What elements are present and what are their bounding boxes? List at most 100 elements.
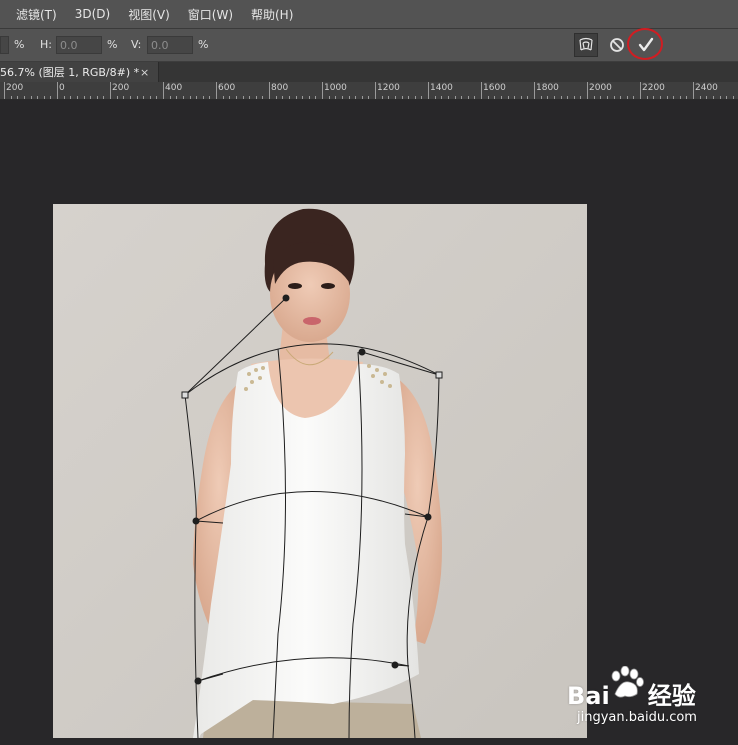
- ruler-minor-tick: [667, 96, 668, 99]
- document-canvas[interactable]: [53, 204, 587, 738]
- warp-corner-handle[interactable]: [435, 371, 443, 379]
- v-unit: %: [198, 38, 209, 51]
- ruler-minor-tick: [508, 96, 509, 99]
- ruler-minor-tick: [355, 96, 356, 99]
- ruler-minor-tick: [700, 96, 701, 99]
- ruler-minor-tick: [256, 96, 257, 99]
- warp-control-point[interactable]: [424, 513, 432, 521]
- ruler-label: 1200: [377, 83, 400, 93]
- ruler-minor-tick: [362, 96, 363, 99]
- ruler-minor-tick: [607, 96, 608, 99]
- ruler-label: 1000: [324, 83, 347, 93]
- ruler-minor-tick: [633, 96, 634, 99]
- menu-3d[interactable]: 3D(D): [75, 7, 110, 21]
- document-tab[interactable]: 56.7% (图层 1, RGB/8#) * ×: [0, 62, 159, 82]
- ruler-minor-tick: [203, 96, 204, 99]
- ruler-minor-tick: [514, 96, 515, 99]
- v-field[interactable]: [147, 36, 193, 54]
- watermark-url: jingyan.baidu.com: [577, 710, 697, 725]
- ruler-minor-tick: [574, 96, 575, 99]
- ruler-minor-tick: [289, 96, 290, 99]
- warp-grid-overlay[interactable]: [53, 204, 587, 738]
- ruler-minor-tick: [84, 96, 85, 99]
- ruler-label: 0: [59, 83, 65, 93]
- ruler-minor-tick: [349, 96, 350, 99]
- ruler-minor-tick: [594, 96, 595, 99]
- warp-corner-handle[interactable]: [181, 391, 189, 399]
- ruler-minor-tick: [547, 96, 548, 99]
- ruler-label: 200: [6, 83, 24, 93]
- ruler-minor-tick: [468, 96, 469, 99]
- ruler-minor-tick: [50, 96, 51, 99]
- ruler-minor-tick: [455, 96, 456, 99]
- warp-control-point[interactable]: [282, 294, 290, 302]
- ruler-minor-tick: [421, 96, 422, 99]
- ruler-minor-tick: [335, 96, 336, 99]
- ruler-minor-tick: [527, 96, 528, 99]
- v-label: V:: [131, 38, 142, 51]
- cancel-transform-button[interactable]: [605, 33, 629, 57]
- ruler-minor-tick: [329, 96, 330, 99]
- ruler-minor-tick: [31, 96, 32, 99]
- close-tab-icon[interactable]: ×: [140, 66, 149, 79]
- ruler-minor-tick: [620, 96, 621, 99]
- ruler-minor-tick: [170, 96, 171, 99]
- height-unit: %: [107, 38, 118, 51]
- ruler-minor-tick: [713, 96, 714, 99]
- ruler-minor-tick: [647, 96, 648, 99]
- ruler-minor-tick: [296, 96, 297, 99]
- ruler-minor-tick: [302, 96, 303, 99]
- ruler-minor-tick: [686, 96, 687, 99]
- ruler-label: 1400: [430, 83, 453, 93]
- ruler-minor-tick: [262, 96, 263, 99]
- ruler-minor-tick: [249, 96, 250, 99]
- ruler-minor-tick: [521, 96, 522, 99]
- ruler-minor-tick: [276, 96, 277, 99]
- width-field[interactable]: [0, 36, 9, 54]
- ruler-label: 2000: [589, 83, 612, 93]
- ruler-minor-tick: [4, 93, 5, 99]
- ruler-label: 200: [112, 83, 130, 93]
- ruler-minor-tick: [554, 96, 555, 99]
- options-bar: % H: % V: %: [0, 29, 738, 62]
- ruler-minor-tick: [627, 96, 628, 99]
- ruler-minor-tick: [415, 96, 416, 99]
- ruler-minor-tick: [130, 96, 131, 99]
- ruler-minor-tick: [680, 96, 681, 99]
- ruler-minor-tick: [614, 96, 615, 99]
- ruler-minor-tick: [137, 96, 138, 99]
- ruler-minor-tick: [395, 96, 396, 99]
- warp-control-point[interactable]: [192, 517, 200, 525]
- warp-control-point[interactable]: [391, 661, 399, 669]
- ruler-minor-tick: [143, 96, 144, 99]
- ruler-minor-tick: [660, 96, 661, 99]
- ruler-minor-tick: [402, 96, 403, 99]
- menu-view[interactable]: 视图(V): [128, 6, 170, 23]
- commit-transform-button[interactable]: [634, 33, 658, 57]
- menu-bar: 滤镜(T) 3D(D) 视图(V) 窗口(W) 帮助(H): [0, 0, 738, 29]
- warp-mode-button[interactable]: [574, 33, 598, 57]
- ruler-minor-tick: [534, 93, 535, 99]
- ruler-minor-tick: [435, 96, 436, 99]
- ruler-minor-tick: [44, 96, 45, 99]
- ruler-minor-tick: [580, 96, 581, 99]
- menu-window[interactable]: 窗口(W): [188, 6, 233, 23]
- ruler-minor-tick: [494, 96, 495, 99]
- commit-checkmark-icon: [638, 37, 654, 52]
- warp-control-point[interactable]: [194, 677, 202, 685]
- ruler-minor-tick: [375, 93, 376, 99]
- ruler-minor-tick: [269, 93, 270, 99]
- height-field[interactable]: [56, 36, 102, 54]
- warp-control-point[interactable]: [358, 348, 366, 356]
- horizontal-ruler[interactable]: 200 0 200 400 600 800 1000 1200 1400 1600 1800 2000…: [0, 82, 738, 100]
- ruler-minor-tick: [77, 96, 78, 99]
- ruler-minor-tick: [368, 96, 369, 99]
- ruler-minor-tick: [342, 96, 343, 99]
- cancel-transform-icon: [610, 38, 624, 52]
- ruler-minor-tick: [428, 93, 429, 99]
- ruler-minor-tick: [103, 96, 104, 99]
- ruler-minor-tick: [64, 96, 65, 99]
- menu-help[interactable]: 帮助(H): [251, 6, 293, 23]
- ruler-minor-tick: [673, 96, 674, 99]
- menu-filter[interactable]: 滤镜(T): [16, 6, 57, 23]
